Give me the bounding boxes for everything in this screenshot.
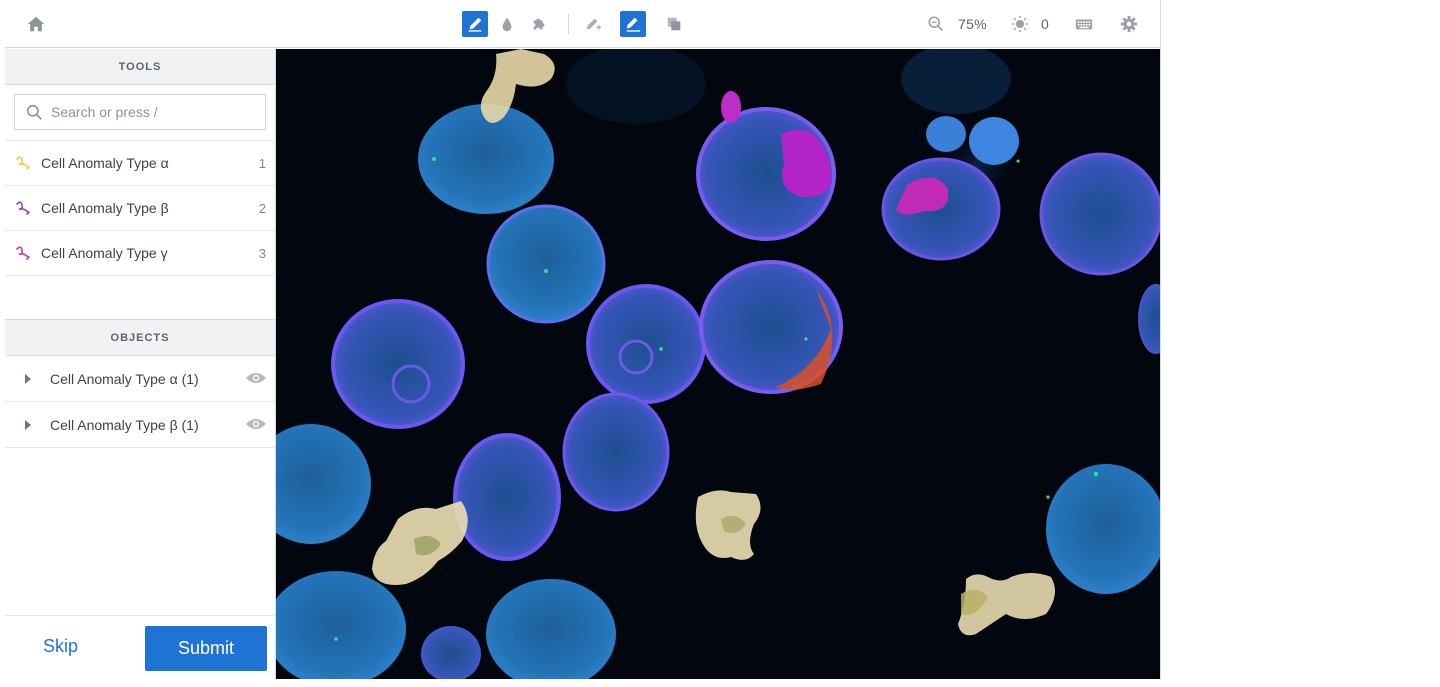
sidebar-footer: Skip Submit [5,615,275,679]
pen-plus-icon[interactable] [580,11,606,37]
keyboard-icon[interactable] [1071,11,1097,37]
brightness-value: 0 [1041,16,1050,32]
pen-icon[interactable] [462,11,488,37]
polygon-tool-icon [16,156,30,170]
drop-icon[interactable] [494,11,520,37]
home-icon[interactable] [23,11,49,37]
polygon-tool-icon [16,201,30,215]
tool-shortcut: 1 [258,155,266,171]
pen-minus-icon[interactable] [620,11,646,37]
object-row-beta[interactable]: Cell Anomaly Type β (1) [5,402,275,448]
tool-cell-anomaly-alpha[interactable]: Cell Anomaly Type α 1 [5,141,275,186]
search-box [14,94,266,130]
search-icon [26,104,42,120]
caret-right-icon[interactable] [25,420,31,430]
object-row-alpha[interactable]: Cell Anomaly Type α (1) [5,356,275,402]
caret-right-icon[interactable] [25,374,31,384]
puzzle-icon[interactable] [526,11,552,37]
zoom-level: 75% [958,16,987,32]
tools-heading: TOOLS [5,49,275,85]
polygon-tool-icon [16,246,30,260]
object-label: Cell Anomaly Type α (1) [50,371,199,387]
image-canvas[interactable] [276,49,1160,679]
sidebar: TOOLS Cell Anomaly Type α 1 Cell Anomaly… [5,49,276,679]
objects-heading: OBJECTS [5,320,275,356]
tool-label: Cell Anomaly Type γ [41,245,168,261]
eye-icon[interactable] [245,370,267,386]
submit-button[interactable]: Submit [145,626,267,671]
annotation-app: 75% 0 TOOLS Cell Anomaly Type α 1 Cell A… [5,0,1161,679]
top-toolbar: 75% 0 [5,0,1160,48]
skip-button[interactable]: Skip [43,636,78,657]
tools-spacer [5,276,275,320]
tool-label: Cell Anomaly Type β [41,200,169,216]
gear-icon[interactable] [1116,11,1142,37]
eye-icon[interactable] [245,416,267,432]
tool-label: Cell Anomaly Type α [41,155,169,171]
zoom-icon[interactable] [923,11,949,37]
object-label: Cell Anomaly Type β (1) [50,417,199,433]
tool-cell-anomaly-beta[interactable]: Cell Anomaly Type β 2 [5,186,275,231]
layers-icon[interactable] [661,11,687,37]
tool-shortcut: 3 [258,245,266,261]
microscopy-image [276,49,1160,679]
toolbar-divider [568,14,569,34]
search-container [5,85,275,141]
search-input[interactable] [51,95,261,129]
tool-cell-anomaly-gamma[interactable]: Cell Anomaly Type γ 3 [5,231,275,276]
brightness-icon[interactable] [1007,11,1033,37]
tool-shortcut: 2 [258,200,266,216]
